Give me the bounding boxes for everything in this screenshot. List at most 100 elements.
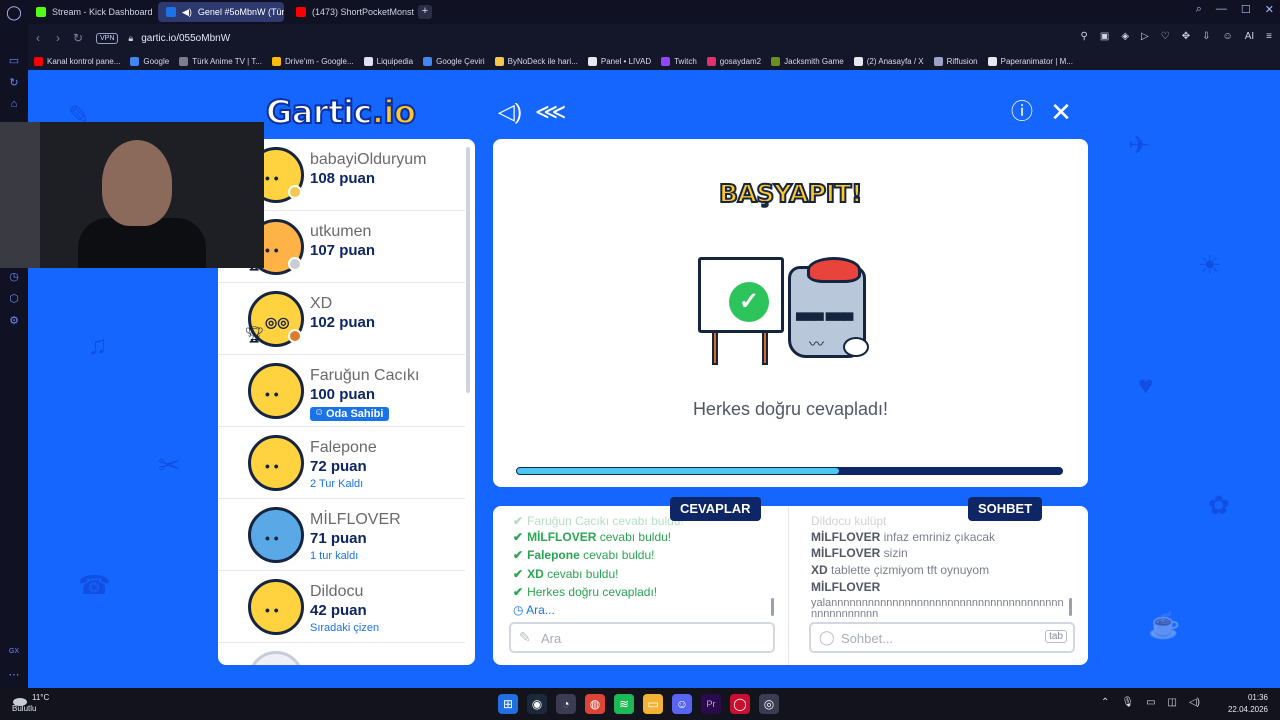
chrome-icon[interactable]: ◍: [585, 694, 605, 714]
tab-youtube[interactable]: (1473) ShortPocketMonste: [288, 2, 414, 22]
player-list-scrollbar[interactable]: [466, 147, 470, 393]
answer-text: Herkes doğru cevapladı!: [527, 585, 658, 599]
new-tab-button[interactable]: +: [418, 5, 432, 19]
forward-icon[interactable]: ›: [48, 31, 68, 45]
ai-button[interactable]: AI: [1245, 31, 1254, 42]
chat-input[interactable]: [841, 628, 1041, 648]
bookmark-item[interactable]: Türk Anime TV | T...: [179, 56, 262, 66]
bookmark-label: Liquipedia: [376, 56, 414, 66]
bookmark-item[interactable]: Drive'ım - Google...: [272, 56, 354, 66]
folder-icon[interactable]: ▭: [643, 694, 663, 714]
url-field[interactable]: gartic.io/055oMbnW: [141, 33, 230, 44]
network-icon[interactable]: ◫: [1168, 697, 1177, 708]
info-icon[interactable]: ⓘ: [1008, 98, 1036, 126]
bookmark-item[interactable]: Riffusion: [933, 56, 978, 66]
discord-icon[interactable]: ☺: [672, 694, 692, 714]
weather-widget[interactable]: 11°C Bulutlu: [12, 692, 49, 714]
opera-logo-icon[interactable]: ◯: [0, 0, 28, 24]
bookmark-item[interactable]: ByNoDeck ile hari...: [494, 56, 578, 66]
play-icon[interactable]: ▷: [1141, 31, 1149, 42]
taskbar: 11°C Bulutlu ⊞ ◉ ◔ ◍ ≋ ▭ ☺ Pr ◯ ◎ ⌃ 🎙︎ ▭…: [0, 688, 1280, 720]
search-icon[interactable]: ⌕: [1196, 3, 1202, 16]
menu-icon[interactable]: ≡: [1266, 31, 1272, 42]
easel-illustration: ✓: [698, 257, 788, 367]
answer-input-box[interactable]: ✎: [509, 622, 775, 653]
answers-scrollbar[interactable]: [771, 598, 774, 616]
chat-author: XD: [811, 563, 828, 577]
heart-icon[interactable]: ♡: [1161, 31, 1170, 42]
close-window-icon[interactable]: ✕: [1265, 3, 1274, 16]
history-icon[interactable]: ↻: [7, 76, 21, 90]
player-row[interactable]: • • MİLFLOVER 71 puan 1 tur kaldı: [218, 499, 465, 571]
bookmark-item[interactable]: gosaydam2: [706, 56, 761, 66]
pin-icon[interactable]: ⚲: [1081, 31, 1088, 42]
gartic-icon: [166, 7, 176, 17]
extensions-icon[interactable]: ⬡: [7, 292, 21, 306]
player-row[interactable]: • • Dildocu 42 puan Sıradaki çizen: [218, 571, 465, 643]
bookmark-item[interactable]: Panel • LIVAD: [587, 56, 651, 66]
maximize-icon[interactable]: ☐: [1241, 3, 1251, 16]
chat-scrollbar[interactable]: [1069, 598, 1072, 616]
chevron-up-icon[interactable]: ⌃: [1101, 697, 1109, 708]
answer-input[interactable]: [541, 628, 741, 648]
profile-icon[interactable]: ☺: [1222, 31, 1232, 42]
speaker-icon[interactable]: ◀): [182, 7, 192, 18]
bookmark-item[interactable]: Paperanimator | M...: [987, 56, 1073, 66]
player-row[interactable]: • • Falepone 72 puan 2 Tur Kaldı: [218, 427, 465, 499]
app-icon[interactable]: ◔: [556, 694, 576, 714]
address-bar: ‹ › ↻ VPN 🔒︎ gartic.io/055oMbnW ⚲ ▣ ◈ ▷ …: [28, 24, 1280, 52]
bookmark-item[interactable]: Twitch: [661, 56, 697, 66]
gx-icon[interactable]: GX: [7, 648, 21, 662]
tab-answers[interactable]: CEVAPLAR: [670, 497, 761, 521]
puzzle-icon[interactable]: ✥: [1182, 31, 1190, 42]
obs-icon[interactable]: ◎: [759, 694, 779, 714]
download-icon[interactable]: ⇩: [1202, 31, 1210, 42]
microphone-icon[interactable]: 🎙︎: [1121, 697, 1134, 708]
bookmark-item[interactable]: Google Çeviri: [423, 56, 485, 66]
window-controls: ⌕ — ☐ ✕: [1196, 3, 1274, 16]
share-icon[interactable]: ⋘: [535, 98, 566, 126]
bookmark-item[interactable]: Liquipedia: [363, 56, 414, 66]
spotify-icon[interactable]: ≋: [614, 694, 634, 714]
bookmark-label: Riffusion: [946, 56, 978, 66]
more-icon[interactable]: ⋯: [7, 668, 21, 682]
extension-icon[interactable]: ◈: [1121, 31, 1129, 42]
steam-icon[interactable]: ◉: [527, 694, 547, 714]
opera-gx-icon[interactable]: ◯: [730, 694, 750, 714]
check-icon: ✔: [513, 530, 524, 544]
bookmark-item[interactable]: Google: [130, 56, 169, 66]
messenger-icon[interactable]: ▭: [7, 54, 21, 68]
windows-start-icon[interactable]: ⊞: [498, 694, 518, 714]
player-row[interactable]: [218, 643, 465, 665]
taskbar-clock[interactable]: 01:36 22.04.2026: [1228, 692, 1268, 716]
sound-icon[interactable]: ◁): [496, 98, 524, 126]
player-score: 100 puan: [310, 386, 376, 403]
reload-icon[interactable]: ↻: [68, 31, 88, 45]
tab-chat[interactable]: SOHBET: [968, 497, 1043, 521]
bookmark-favicon-icon: [272, 56, 281, 66]
player-name: Falepone: [310, 439, 377, 456]
monitor-icon[interactable]: ▭: [1146, 697, 1155, 708]
tab-gartic[interactable]: ◀) Genel #5oMbnW (Türk: [158, 2, 284, 22]
volume-icon[interactable]: ◁): [1189, 697, 1200, 708]
bookmark-item[interactable]: Kanal kontrol pane...: [34, 56, 120, 66]
tab-kick-dashboard[interactable]: Stream - Kick Dashboard: [28, 2, 154, 22]
minimize-icon[interactable]: —: [1216, 3, 1227, 16]
vpn-badge[interactable]: VPN: [96, 32, 119, 44]
close-icon[interactable]: ✕: [1047, 98, 1075, 126]
clock-icon[interactable]: ◷: [7, 270, 21, 284]
player-name: MİLFLOVER: [310, 511, 401, 528]
doodle-icon: ☀: [1198, 250, 1222, 280]
player-row[interactable]: • • Faruğun Cacıkı 100 puan Oda Sahibi: [218, 355, 465, 427]
chat-input-box[interactable]: ◯ tab: [809, 622, 1075, 653]
bookmark-item[interactable]: Jacksmith Game: [771, 56, 844, 66]
shopping-icon[interactable]: ⌂: [7, 98, 21, 112]
bookmark-label: Paperanimator | M...: [1000, 56, 1073, 66]
back-icon[interactable]: ‹: [28, 31, 48, 45]
player-row[interactable]: ◎◎ 🏆︎ XD 102 puan: [218, 283, 465, 355]
premiere-icon[interactable]: Pr: [701, 694, 721, 714]
snapshot-icon[interactable]: ▣: [1100, 31, 1109, 42]
settings-icon[interactable]: ⚙: [7, 314, 21, 328]
logo-suffix: .io: [371, 92, 417, 132]
bookmark-item[interactable]: (2) Anasayfa / X: [853, 56, 924, 66]
